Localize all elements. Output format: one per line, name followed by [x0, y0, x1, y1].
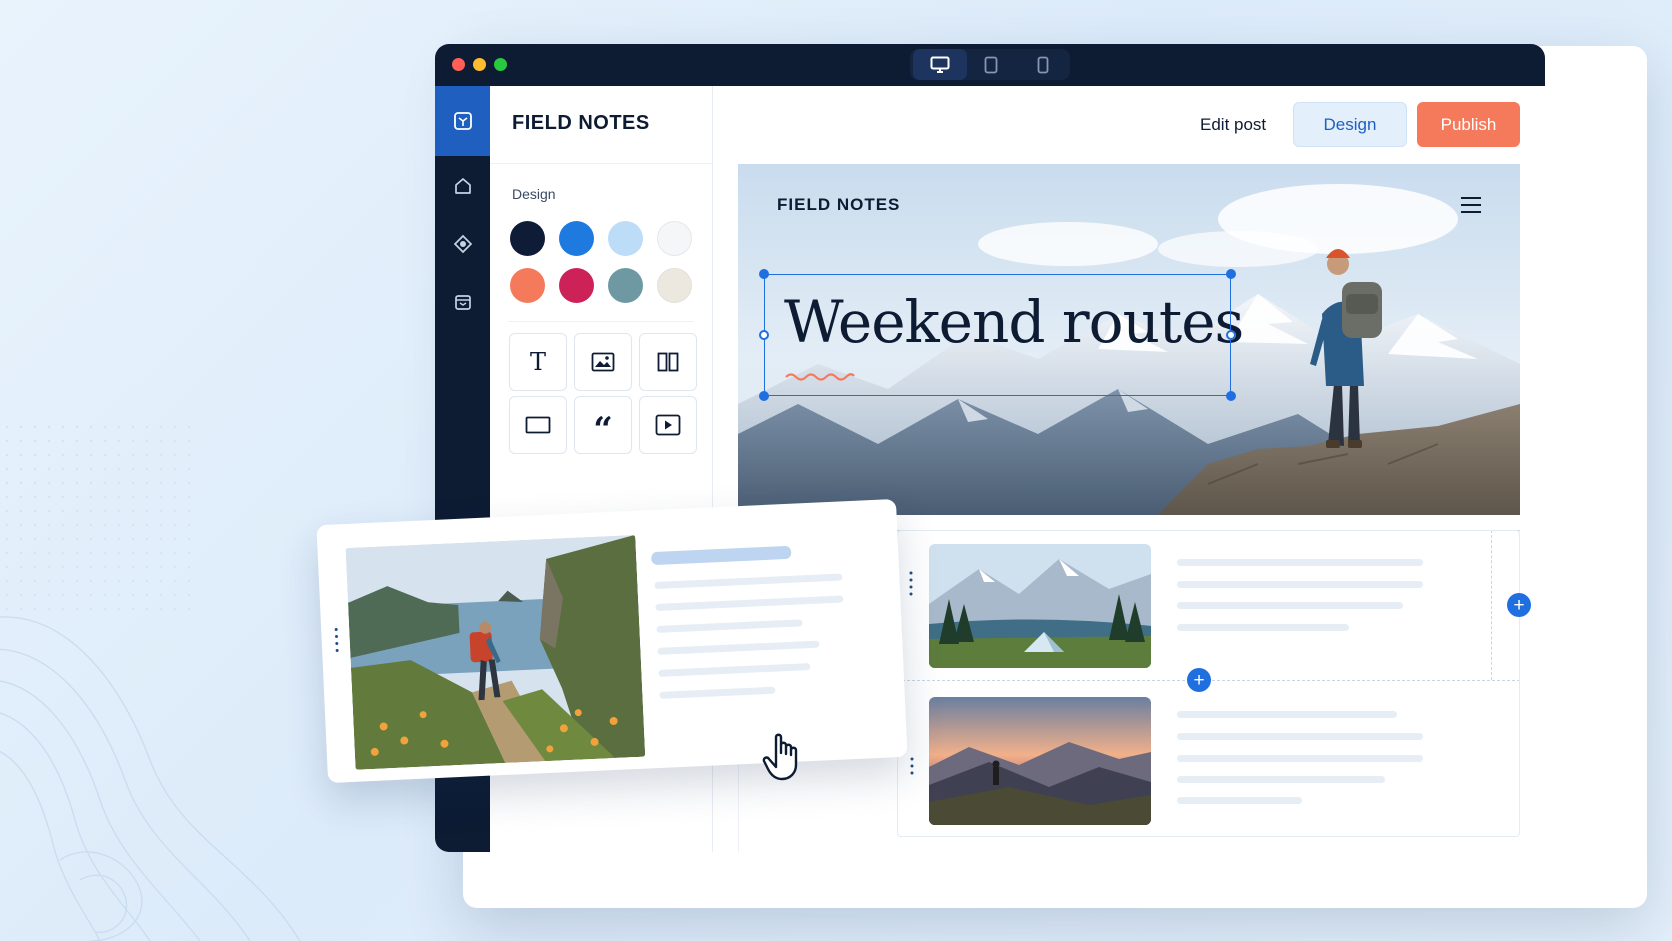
- resize-handle-top-right[interactable]: [1226, 269, 1236, 279]
- swatch-light-blue[interactable]: [608, 221, 643, 256]
- text-placeholder: [1177, 624, 1349, 631]
- archive-icon: [454, 295, 471, 310]
- text-placeholder: [658, 663, 811, 677]
- text-placeholder: [657, 640, 820, 655]
- drag-handle-icon[interactable]: [908, 570, 914, 598]
- panel-section-label: Design: [512, 186, 556, 202]
- mobile-view-button[interactable]: [1016, 49, 1070, 80]
- theme-icon: [453, 234, 472, 254]
- image-tool-button[interactable]: [574, 333, 632, 391]
- columns-tool-button[interactable]: [639, 333, 697, 391]
- text-placeholder: [659, 686, 776, 699]
- quote-tool-icon: “: [593, 410, 613, 450]
- coastal-trail-image: [345, 534, 646, 770]
- text-placeholder: [1177, 711, 1397, 718]
- device-switcher: [910, 49, 1070, 80]
- resize-handle-left[interactable]: [759, 330, 769, 340]
- edit-post-label: Edit post: [1200, 115, 1267, 134]
- selection-box: [764, 274, 1231, 396]
- video-tool-icon: [655, 414, 681, 436]
- text-placeholder: [1177, 755, 1423, 762]
- swatch-sand[interactable]: [657, 268, 692, 303]
- rail-item-logo[interactable]: [435, 86, 490, 156]
- text-tool-icon: T: [529, 348, 546, 376]
- minimize-window-button[interactable]: [473, 58, 486, 71]
- desktop-view-button[interactable]: [913, 49, 967, 80]
- resize-handle-right[interactable]: [1226, 330, 1236, 340]
- swatch-off-white[interactable]: [657, 221, 692, 256]
- resize-handle-top-left[interactable]: [759, 269, 769, 279]
- mobile-icon: [1037, 56, 1049, 73]
- swatch-coral[interactable]: [510, 268, 545, 303]
- dragged-post-card[interactable]: [316, 498, 908, 784]
- rail-item-archive[interactable]: [435, 278, 490, 326]
- desktop-icon: [930, 56, 950, 73]
- text-placeholder: [1177, 602, 1403, 609]
- columns-tool-icon: [657, 352, 679, 372]
- campsite-photo: [929, 544, 1151, 668]
- tablet-view-button[interactable]: [964, 49, 1018, 80]
- preview-menu-button[interactable]: [1459, 195, 1483, 215]
- plus-icon: +: [1193, 669, 1205, 691]
- title-placeholder: [651, 545, 792, 566]
- tools-divider: [508, 321, 694, 322]
- text-placeholder: [1177, 797, 1302, 804]
- drag-handle-icon[interactable]: [909, 756, 915, 780]
- close-window-button[interactable]: [452, 58, 465, 71]
- image-tool-icon: [591, 352, 615, 372]
- add-column-button[interactable]: +: [1507, 593, 1531, 617]
- design-button[interactable]: Design: [1293, 102, 1407, 147]
- hand-cursor-icon: [762, 733, 798, 781]
- drag-handle-icon: [334, 627, 339, 652]
- publish-button[interactable]: Publish: [1417, 102, 1520, 147]
- panel-brand-title: FIELD NOTES: [512, 112, 650, 134]
- home-icon: [454, 178, 471, 194]
- text-placeholder: [655, 595, 844, 611]
- sunset-ridge-image[interactable]: [929, 697, 1151, 825]
- resize-handle-bottom-left[interactable]: [759, 391, 769, 401]
- campsite-image[interactable]: [929, 544, 1151, 668]
- text-placeholder: [1177, 581, 1423, 588]
- coastal-hiker-photo: [345, 534, 646, 770]
- maximize-window-button[interactable]: [494, 58, 507, 71]
- rail-item-theme[interactable]: [435, 220, 490, 268]
- sunset-photo: [929, 697, 1151, 825]
- plus-icon: +: [1513, 594, 1525, 616]
- text-placeholder: [1177, 559, 1423, 566]
- resize-handle-bottom-right[interactable]: [1226, 391, 1236, 401]
- video-tool-button[interactable]: [639, 396, 697, 454]
- text-tool-button[interactable]: T: [509, 333, 567, 391]
- container-tool-icon: [525, 416, 551, 434]
- swatch-crimson[interactable]: [559, 268, 594, 303]
- text-placeholder: [1177, 733, 1423, 740]
- hamburger-menu-icon: [1461, 197, 1481, 213]
- preview-brand: FIELD NOTES: [777, 195, 901, 214]
- rail-item-home[interactable]: [435, 162, 490, 210]
- swatch-blue[interactable]: [559, 221, 594, 256]
- brand-logo-icon: [453, 112, 472, 130]
- text-placeholder: [654, 573, 843, 590]
- tablet-icon: [984, 56, 998, 73]
- swatch-slate-teal[interactable]: [608, 268, 643, 303]
- container-tool-button[interactable]: [509, 396, 567, 454]
- text-placeholder: [656, 619, 803, 633]
- swatch-navy[interactable]: [510, 221, 545, 256]
- panel-divider: [490, 163, 712, 164]
- text-placeholder: [1177, 776, 1385, 783]
- add-row-button[interactable]: +: [1187, 668, 1211, 692]
- quote-tool-button[interactable]: “: [574, 396, 632, 454]
